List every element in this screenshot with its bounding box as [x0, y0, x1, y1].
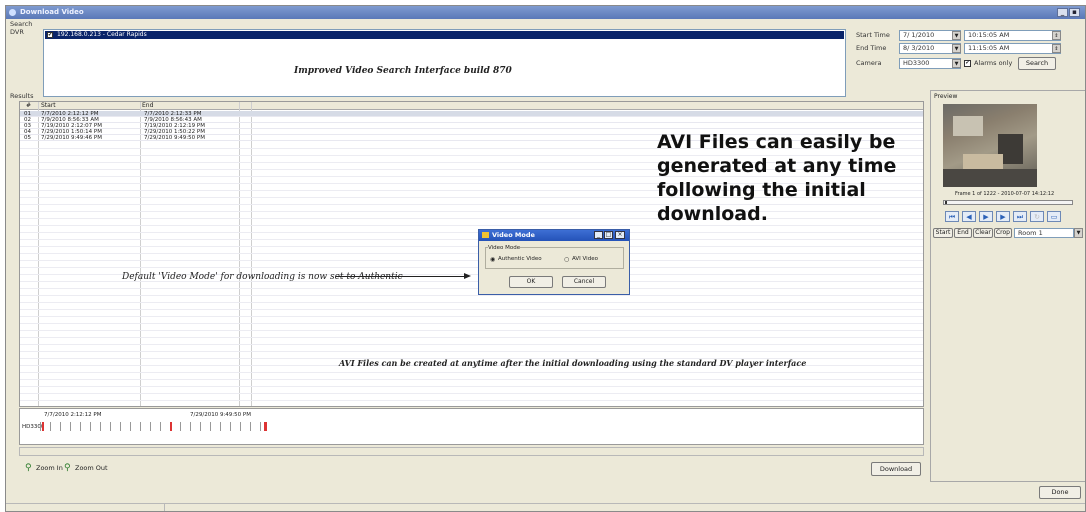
dialog-maximize-icon[interactable]: □ [604, 231, 613, 239]
row-start: 7/29/2010 9:49:46 PM [41, 135, 102, 141]
dialog-close-icon[interactable]: × [615, 231, 625, 239]
room-select[interactable]: Room 1 [1014, 228, 1074, 238]
results-grid[interactable]: # Start End 01 7/7/2010 2:12:12 PM 7/7/2… [19, 101, 924, 407]
clear-button[interactable]: Clear [973, 228, 993, 238]
dvr-item-label: 192.168.0.213 - Cedar Rapids [57, 31, 147, 38]
dialog-title: Video Mode [492, 231, 535, 239]
frame-label: Frame 1 of 1222 - 2010-07-07 14:12:12 [955, 191, 1055, 197]
first-frame-icon[interactable]: ⏮ [945, 211, 959, 222]
avi-radio[interactable]: ○ [564, 256, 569, 263]
zoom-in-label[interactable]: Zoom In [36, 464, 63, 472]
timeline-end-label: 7/29/2010 9:49:50 PM [190, 412, 251, 418]
default-mode-annotation: Default 'Video Mode' for downloading is … [122, 272, 403, 282]
refresh-icon[interactable]: ↻ [1030, 211, 1044, 222]
end-time-label: End Time [856, 44, 887, 52]
avi-footer-annotation: AVI Files can be created at anytime afte… [339, 358, 807, 368]
dvr-list-item-selected[interactable]: ✔ 192.168.0.213 - Cedar Rapids [45, 31, 844, 39]
preview-group-label: Preview [934, 93, 958, 100]
dialog-group-label: Video Mode [488, 245, 521, 251]
zoom-in-icon[interactable]: ⚲ [25, 463, 32, 473]
step-forward-icon[interactable]: ▶ [996, 211, 1010, 222]
download-button[interactable]: Download [871, 462, 921, 476]
preview-panel: Preview Frame 1 of 1222 - 2010-07-07 14:… [930, 90, 1085, 482]
dialog-minimize-icon[interactable]: _ [594, 231, 603, 239]
avi-annotation-text: AVI Files can easily be generated at any… [657, 131, 897, 225]
dvr-checkbox[interactable]: ✔ [47, 32, 53, 38]
timeline-panel[interactable]: 7/7/2010 2:12:12 PM 7/29/2010 9:49:50 PM… [19, 408, 924, 445]
frame-slider-thumb[interactable] [945, 201, 947, 204]
timeline-start-label: 7/7/2010 2:12:12 PM [44, 412, 102, 418]
start-button[interactable]: Start [933, 228, 953, 238]
maximize-icon[interactable]: ▪ [1069, 8, 1080, 17]
cancel-button[interactable]: Cancel [562, 276, 606, 288]
preview-scene-shape [943, 169, 1037, 187]
done-button[interactable]: Done [1039, 486, 1081, 499]
export-icon[interactable]: ▭ [1047, 211, 1061, 222]
camera-dropdown-icon[interactable]: ▼ [952, 59, 961, 68]
status-bar [6, 503, 1085, 511]
start-time-spinner-icon[interactable]: ⇕ [1052, 31, 1061, 40]
authentic-radio-label: Authentic Video [498, 256, 542, 262]
col-start-header[interactable]: Start [41, 102, 56, 110]
authentic-radio[interactable]: ◉ [490, 256, 495, 263]
dvr-list[interactable]: ✔ 192.168.0.213 - Cedar Rapids Improved … [43, 29, 846, 97]
zoom-out-label[interactable]: Zoom Out [75, 464, 108, 472]
dialog-group-box: Video Mode ◉ Authentic Video ○ AVI Video [485, 245, 624, 269]
frame-slider[interactable] [943, 200, 1073, 205]
start-date-dropdown-icon[interactable]: ▼ [952, 31, 961, 40]
crop-button[interactable]: Crop [994, 228, 1012, 238]
window-title: Download Video [20, 8, 84, 16]
room-dropdown-icon[interactable]: ▼ [1074, 228, 1083, 238]
ok-button[interactable]: OK [509, 276, 553, 288]
annotation-arrow-head-icon [464, 273, 471, 279]
timeline-marker[interactable] [170, 422, 172, 431]
row-end: 7/29/2010 9:49:50 PM [144, 135, 205, 141]
app-icon [9, 9, 16, 16]
end-time-field[interactable]: 11:15:05 AM [964, 43, 1061, 54]
timeline-track[interactable] [40, 422, 266, 431]
end-button[interactable]: End [954, 228, 972, 238]
col-end-header[interactable]: End [142, 102, 153, 110]
download-video-window: Download Video _ ▪ Search DVR ✔ 192.168.… [5, 5, 1086, 512]
preview-video-frame[interactable] [943, 104, 1037, 187]
play-icon[interactable]: ▶ [979, 211, 993, 222]
avi-radio-label: AVI Video [572, 256, 598, 262]
zoom-out-icon[interactable]: ⚲ [64, 463, 71, 473]
dvr-label: DVR [10, 28, 24, 36]
search-group-label: Search [10, 20, 33, 28]
step-back-icon[interactable]: ◀ [962, 211, 976, 222]
minimize-icon[interactable]: _ [1057, 8, 1068, 17]
results-group-label: Results [10, 92, 34, 100]
alarms-only-label: Alarms only [974, 59, 1013, 67]
row-num: 05 [24, 135, 31, 141]
dialog-title-bar: Video Mode _ □ × [479, 230, 629, 241]
last-frame-icon[interactable]: ⏭ [1013, 211, 1027, 222]
annotation-arrow-line [336, 276, 464, 277]
title-bar: Download Video _ ▪ [6, 6, 1085, 19]
timeline-marker[interactable] [42, 422, 44, 431]
end-date-dropdown-icon[interactable]: ▼ [952, 44, 961, 53]
results-header: # Start End [20, 102, 923, 110]
alarms-only-checkbox[interactable]: ✔ [964, 60, 971, 67]
end-time-spinner-icon[interactable]: ⇕ [1052, 44, 1061, 53]
timeline-marker[interactable] [264, 422, 267, 431]
status-divider [164, 504, 165, 511]
dialog-icon [482, 232, 489, 238]
timeline-scrollbar[interactable] [19, 447, 924, 456]
camera-label: Camera [856, 59, 882, 67]
preview-scene-shape [953, 116, 983, 136]
start-time-field[interactable]: 10:15:05 AM [964, 30, 1061, 41]
start-time-label: Start Time [856, 31, 890, 39]
search-button[interactable]: Search [1018, 57, 1056, 70]
col-num-header[interactable]: # [26, 102, 31, 110]
video-mode-dialog: Video Mode _ □ × Video Mode ◉ Authentic … [478, 229, 630, 295]
search-banner: Improved Video Search Interface build 87… [294, 66, 512, 76]
